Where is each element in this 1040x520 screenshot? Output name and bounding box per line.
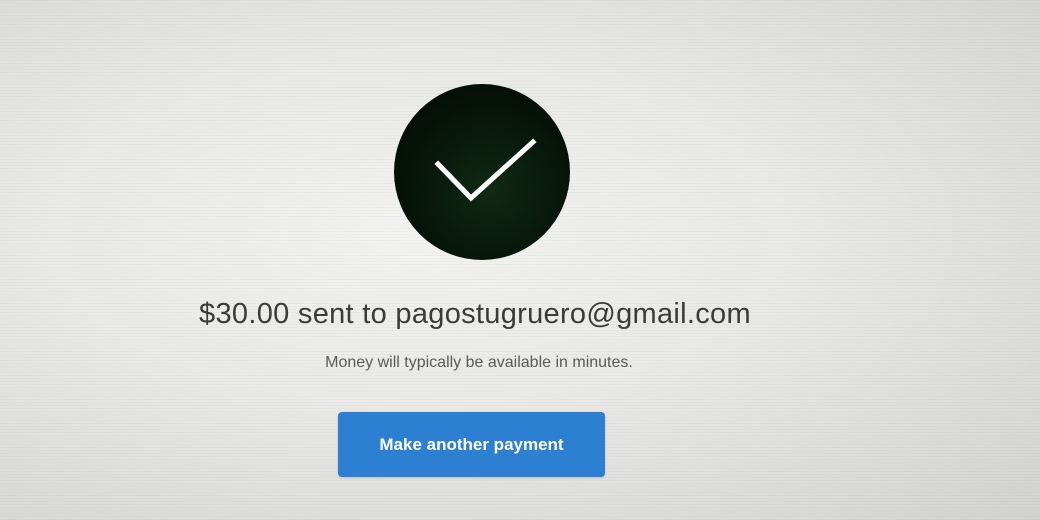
checkmark-icon: [434, 138, 537, 202]
confirmation-subtext: Money will typically be available in min…: [325, 354, 633, 371]
make-another-payment-button[interactable]: Make another payment: [338, 412, 605, 477]
confirmation-headline: $30.00 sent to pagostugruero@gmail.com: [199, 298, 751, 330]
success-badge: [394, 84, 570, 260]
